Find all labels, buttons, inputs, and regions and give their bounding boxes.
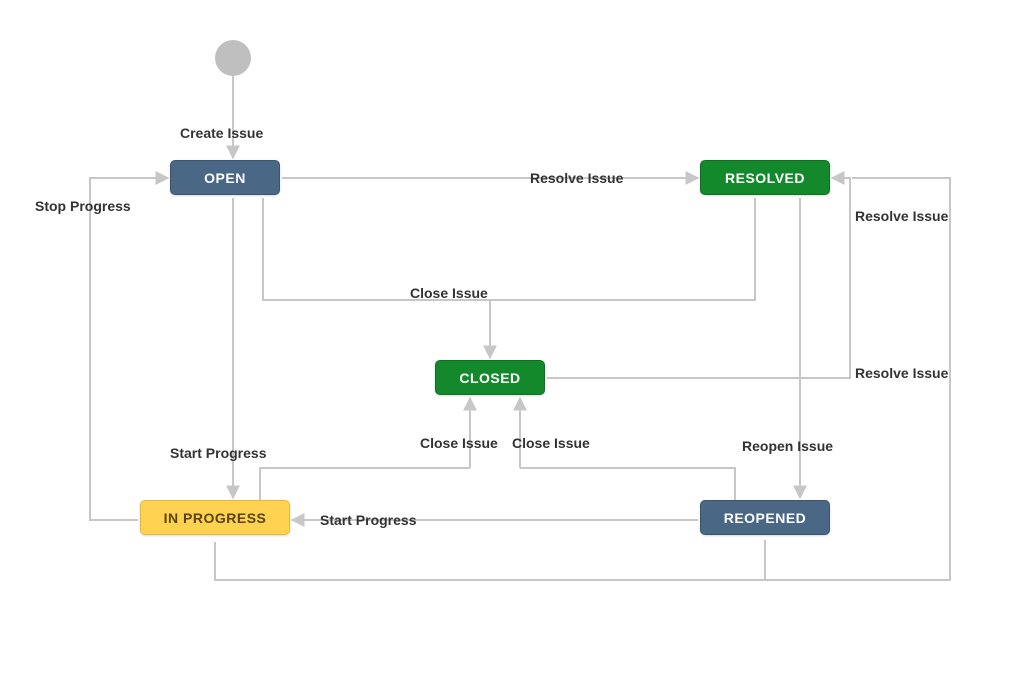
state-reopened-label: REOPENED	[724, 510, 807, 526]
edge-resolved-closed	[490, 198, 755, 300]
state-reopened: REOPENED	[700, 500, 830, 535]
start-node	[215, 40, 251, 76]
state-closed: CLOSED	[435, 360, 545, 395]
label-start-progress-left: Start Progress	[170, 445, 266, 461]
label-stop-progress: Stop Progress	[35, 198, 131, 214]
edge-reopened-resolved	[547, 178, 850, 378]
state-closed-label: CLOSED	[459, 370, 520, 386]
edges-layer	[0, 0, 1024, 689]
edge-inprogress-open	[90, 178, 168, 520]
label-resolve-issue-right-lower: Resolve Issue	[855, 365, 948, 381]
state-in-progress: IN PROGRESS	[140, 500, 290, 535]
edge-open-closed	[263, 198, 490, 358]
edge-closed-left-feed	[260, 468, 470, 500]
workflow-diagram: OPEN RESOLVED CLOSED IN PROGRESS REOPENE…	[0, 0, 1024, 689]
state-open-label: OPEN	[204, 170, 246, 186]
label-create-issue: Create Issue	[180, 125, 263, 141]
label-start-progress-mid: Start Progress	[320, 512, 416, 528]
label-close-issue-right: Close Issue	[512, 435, 590, 451]
label-resolve-issue-right-upper: Resolve Issue	[855, 208, 948, 224]
state-open: OPEN	[170, 160, 280, 195]
label-resolve-issue-top: Resolve Issue	[530, 170, 623, 186]
label-reopen-issue: Reopen Issue	[742, 438, 833, 454]
state-resolved: RESOLVED	[700, 160, 830, 195]
edge-closed-right-feed	[520, 468, 735, 500]
state-resolved-label: RESOLVED	[725, 170, 805, 186]
label-close-issue-left: Close Issue	[420, 435, 498, 451]
state-in-progress-label: IN PROGRESS	[164, 510, 267, 526]
label-close-issue-top: Close Issue	[410, 285, 488, 301]
